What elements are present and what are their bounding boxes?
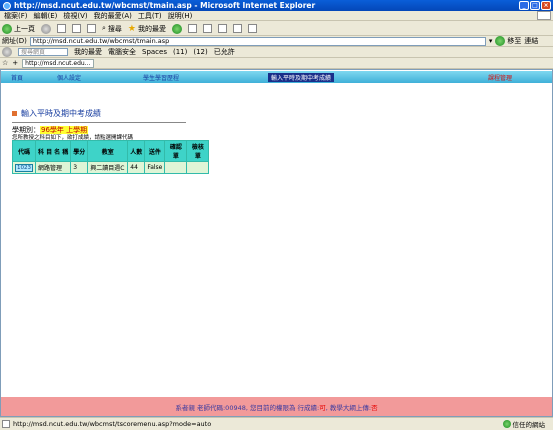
- cell-confirm: [164, 161, 188, 174]
- cell-course-name: 網路管理: [34, 161, 72, 174]
- search-button[interactable]: ⌕ 搜尋: [102, 24, 122, 34]
- folder-icon[interactable]: [233, 24, 242, 33]
- go-arrow-icon: [495, 36, 506, 46]
- address-input[interactable]: http://msd.ncut.edu.tw/wbcmst/tmain.asp: [29, 36, 486, 46]
- menu-file[interactable]: 檔案(F): [4, 11, 28, 21]
- col-count: 人數: [127, 140, 146, 162]
- cell-submitted: False: [144, 161, 166, 174]
- nav-input-scores[interactable]: 輸入平時及期中考成績: [268, 73, 335, 82]
- toolbar-logo-icon: [2, 47, 12, 57]
- favorites-star-icon: ★: [127, 23, 136, 34]
- site-nav: 首頁 個人設定 學生學習歷程 輸入平時及期中考成績 課程管理: [1, 71, 552, 83]
- search-icon: ⌕: [102, 24, 106, 32]
- zone-label: 信任的網站: [512, 421, 546, 429]
- refresh-icon[interactable]: [72, 24, 81, 33]
- tab-add-icon[interactable]: +: [12, 59, 18, 67]
- history-icon[interactable]: [172, 23, 182, 34]
- tab-star-icon[interactable]: ☆: [2, 59, 8, 67]
- nav-settings[interactable]: 個人設定: [57, 73, 81, 82]
- messenger-icon[interactable]: [248, 24, 257, 33]
- address-bar: 網址(D) http://msd.ncut.edu.tw/wbcmst/tmai…: [0, 36, 553, 47]
- toolbar-search-input[interactable]: 搜尋網頁: [18, 48, 68, 56]
- forward-button[interactable]: [41, 23, 51, 34]
- menu-tools[interactable]: 工具(T): [138, 11, 162, 21]
- cell-code: 1023: [12, 161, 36, 174]
- window-title: http://msd.ncut.edu.tw/wbcmst/tmain.asp …: [14, 1, 316, 10]
- address-label: 網址(D): [2, 37, 27, 45]
- trusted-zone-icon: [502, 420, 511, 428]
- table-header-row: 代碼 科 目 名 稱 學分 教室 人數 送件 確認單 檢核單: [12, 140, 210, 162]
- maximize-button[interactable]: □: [530, 1, 540, 10]
- edit-icon[interactable]: [218, 24, 227, 33]
- window-titlebar: http://msd.ncut.edu.tw/wbcmst/tmain.asp …: [0, 0, 553, 11]
- back-button[interactable]: 上一頁: [2, 23, 35, 34]
- toolbar-mail-count[interactable]: (11): [173, 48, 187, 56]
- course-table: 代碼 科 目 名 稱 學分 教室 人數 送件 確認單 檢核單 1023 網路管理…: [12, 140, 210, 174]
- menu-favorites[interactable]: 我的最愛(A): [94, 11, 132, 21]
- footer-perm-syllabus: 否: [371, 403, 378, 412]
- mail-icon[interactable]: [188, 24, 197, 33]
- footer-mid: , 教學大綱上傳:: [325, 403, 372, 412]
- security-zone[interactable]: 信任的網站: [502, 419, 546, 429]
- col-submitted: 送件: [144, 140, 166, 162]
- search-toolbar: 搜尋網頁 我的最愛 電腦安全 Spaces (11) (12) 已允許: [0, 47, 553, 58]
- nav-course-admin[interactable]: 課程管理: [488, 73, 512, 82]
- search-label: 搜尋: [107, 24, 122, 33]
- favorites-label: 我的最愛: [138, 24, 166, 33]
- go-button[interactable]: 移至: [495, 36, 521, 46]
- heading-bullet-icon: [12, 111, 17, 116]
- close-button[interactable]: ×: [541, 1, 551, 10]
- menu-view[interactable]: 檢視(V): [63, 11, 87, 21]
- course-code-button[interactable]: 1023: [15, 163, 33, 172]
- menu-edit[interactable]: 編輯(E): [34, 11, 58, 21]
- status-url: http://msd.ncut.edu.tw/wbcmst/tscoremenu…: [13, 420, 212, 428]
- page-viewport: 首頁 個人設定 學生學習歷程 輸入平時及期中考成績 課程管理 輸入平時及期中考成…: [0, 69, 553, 417]
- toolbar-favorites[interactable]: 我的最愛: [74, 47, 102, 57]
- footer-bar: 系者親 老師代碼:00948, 您目前的權限為 行成績: 可, 教學大綱上傳: 否: [1, 397, 552, 416]
- section-heading: 輸入平時及期中考成績: [12, 108, 101, 119]
- stop-icon[interactable]: [57, 24, 66, 33]
- cell-count: 44: [127, 161, 146, 174]
- nav-learning[interactable]: 學生學習歷程: [143, 73, 179, 82]
- heading-divider: [12, 122, 186, 123]
- windows-logo-icon: [537, 11, 551, 20]
- back-arrow-icon: [2, 23, 12, 34]
- back-label: 上一頁: [14, 24, 35, 33]
- tab-bar: ☆ + http://msd.ncut.edu...: [0, 58, 553, 69]
- nav-home[interactable]: 首頁: [11, 73, 23, 82]
- forward-arrow-icon: [41, 23, 51, 34]
- page-status-icon: [2, 420, 10, 428]
- address-dropdown-icon[interactable]: ▾: [489, 37, 493, 45]
- ie-icon: [3, 1, 11, 10]
- toolbar-security[interactable]: 電腦安全: [108, 47, 136, 57]
- col-confirm: 確認單: [164, 140, 188, 162]
- col-classroom: 教室: [87, 140, 129, 162]
- print-icon[interactable]: [203, 24, 212, 33]
- toolbar-messenger-count[interactable]: (12): [193, 48, 207, 56]
- page-title: 輸入平時及期中考成績: [21, 109, 101, 118]
- col-check: 檢核單: [186, 140, 210, 162]
- menu-bar: 檔案(F) 編輯(E) 檢視(V) 我的最愛(A) 工具(T) 說明(H): [0, 11, 553, 21]
- home-icon[interactable]: [87, 24, 96, 33]
- toolbar-spaces[interactable]: Spaces: [142, 48, 167, 56]
- table-row: 1023 網路管理 3 興二讀目週C 44 False: [12, 161, 210, 174]
- col-credits: 學分: [70, 140, 89, 162]
- go-label: 移至: [507, 37, 522, 45]
- tab-current[interactable]: http://msd.ncut.edu...: [22, 58, 95, 68]
- links-label[interactable]: 連結: [524, 36, 538, 46]
- cell-classroom: 興二讀目週C: [87, 161, 129, 174]
- cell-check: [186, 161, 210, 174]
- minimize-button[interactable]: _: [519, 1, 529, 10]
- address-url: http://msd.ncut.edu.tw/wbcmst/tmain.asp: [32, 37, 170, 45]
- toolbar-popup-allowed[interactable]: 已允許: [214, 47, 235, 57]
- col-course-name: 科 目 名 稱: [34, 140, 72, 162]
- favorites-button[interactable]: ★ 我的最愛: [128, 24, 166, 34]
- standard-toolbar: 上一頁 ⌕ 搜尋 ★ 我的最愛: [0, 22, 553, 36]
- menu-help[interactable]: 說明(H): [168, 11, 193, 21]
- col-code: 代碼: [12, 140, 36, 162]
- footer-prefix: 系者親 老師代碼:00948, 您目前的權限為 行成績:: [175, 403, 320, 412]
- status-bar: http://msd.ncut.edu.tw/wbcmst/tscoremenu…: [0, 417, 553, 430]
- cell-credits: 3: [70, 161, 89, 174]
